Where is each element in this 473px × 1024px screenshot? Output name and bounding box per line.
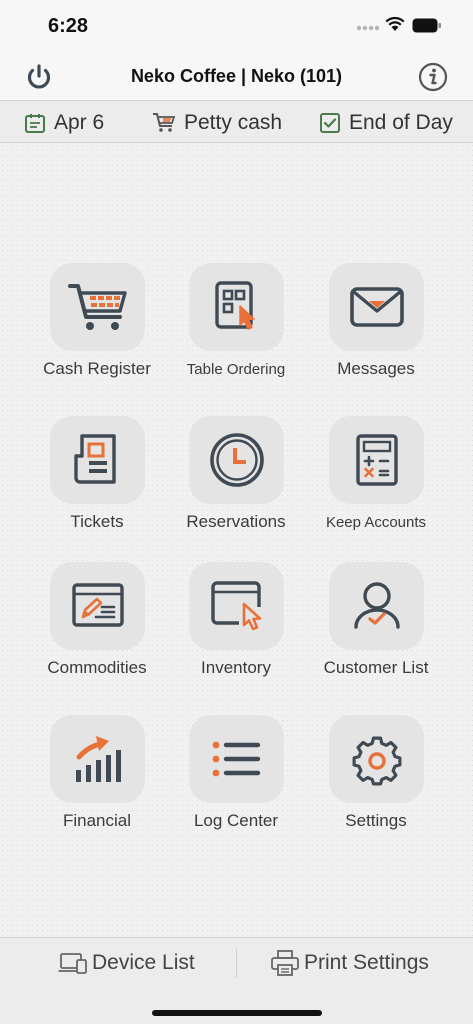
menu-item-label: Financial <box>62 811 132 830</box>
tile-background <box>50 416 145 504</box>
power-button[interactable] <box>22 60 56 94</box>
signal-dots-icon <box>356 25 380 31</box>
menu-item-label: Inventory <box>201 658 271 677</box>
menu-item-customer-list[interactable]: Customer List <box>306 562 446 692</box>
menu-item-cash-register[interactable]: Cash Register <box>27 263 167 393</box>
print-settings-button[interactable]: Print Settings <box>270 948 429 978</box>
financial-chart-icon <box>75 736 121 782</box>
menu-item-label: Commodities <box>47 658 147 677</box>
calendar-icon <box>25 114 45 133</box>
menu-item-log-center[interactable]: Log Center <box>166 715 306 845</box>
tile-background <box>329 263 424 351</box>
device-list-label: Device List <box>92 951 195 974</box>
menu-item-tickets[interactable]: Tickets <box>27 416 167 546</box>
ticket-icon <box>73 434 116 484</box>
menu-item-label: Reservations <box>186 512 286 531</box>
tile-background <box>329 562 424 650</box>
commodity-edit-icon <box>71 583 124 627</box>
tile-background <box>50 263 145 351</box>
tile-background <box>50 562 145 650</box>
menu-item-label: Table Ordering <box>186 361 286 378</box>
battery-icon <box>412 18 441 33</box>
menu-item-keep-accounts[interactable]: Keep Accounts <box>306 416 446 546</box>
tile-background <box>50 715 145 803</box>
home-indicator <box>152 1010 322 1016</box>
menu-item-label: Messages <box>337 359 415 378</box>
power-icon <box>27 64 51 89</box>
info-icon <box>418 62 448 92</box>
menu-item-table-ordering[interactable]: Table Ordering <box>166 263 306 393</box>
print-settings-label: Print Settings <box>304 951 429 974</box>
date-label: Apr 6 <box>54 111 105 134</box>
info-button[interactable] <box>416 60 450 94</box>
menu-item-inventory[interactable]: Inventory <box>166 562 306 692</box>
calculator-icon <box>355 434 398 486</box>
menu-item-financial[interactable]: Financial <box>27 715 167 845</box>
gear-icon <box>352 736 401 786</box>
tile-background <box>189 416 284 504</box>
printer-icon <box>271 950 299 976</box>
page-title: Neko Coffee | Neko (101) <box>130 66 343 86</box>
tile-background <box>329 416 424 504</box>
inventory-window-icon <box>210 581 261 631</box>
date-selector[interactable]: Apr 6 <box>24 110 104 136</box>
menu-item-settings[interactable]: Settings <box>306 715 446 845</box>
menu-item-messages[interactable]: Messages <box>306 263 446 393</box>
menu-item-label: Customer List <box>323 658 429 677</box>
menu-item-label: Keep Accounts <box>325 514 427 531</box>
end-of-day-button[interactable]: End of Day <box>319 110 453 136</box>
end-of-day-label: End of Day <box>349 111 453 134</box>
tile-background <box>189 715 284 803</box>
devices-icon <box>58 953 87 974</box>
tile-background <box>189 562 284 650</box>
petty-cash-label: Petty cash <box>184 111 283 134</box>
menu-item-label: Cash Register <box>43 359 151 378</box>
table-ordering-icon <box>214 281 255 330</box>
envelope-icon <box>349 287 404 327</box>
menu-item-label: Log Center <box>193 811 279 830</box>
tile-background <box>189 263 284 351</box>
clock-icon <box>209 433 264 487</box>
menu-grid: Cash Register Table Ordering Messages Ti… <box>0 143 473 937</box>
info-bar: Apr 6 Petty cash End of Day <box>0 100 473 143</box>
list-icon <box>212 741 260 777</box>
tile-background <box>329 715 424 803</box>
petty-cash-button[interactable]: Petty cash <box>152 110 282 136</box>
menu-item-label: Settings <box>345 811 407 830</box>
device-list-button[interactable]: Device List <box>58 948 195 978</box>
cart-icon <box>67 284 127 330</box>
menu-item-commodities[interactable]: Commodities <box>27 562 167 692</box>
menu-item-reservations[interactable]: Reservations <box>166 416 306 546</box>
status-bar: 6:28 <box>0 0 473 54</box>
cart-small-icon <box>153 113 176 132</box>
customer-icon <box>353 582 400 629</box>
wifi-icon <box>385 16 405 31</box>
checkbox-icon <box>320 113 340 133</box>
bottom-divider <box>236 948 237 978</box>
nav-bar: Neko Coffee | Neko (101) <box>0 54 473 100</box>
menu-item-label: Tickets <box>70 512 124 531</box>
status-time: 6:28 <box>48 15 89 37</box>
